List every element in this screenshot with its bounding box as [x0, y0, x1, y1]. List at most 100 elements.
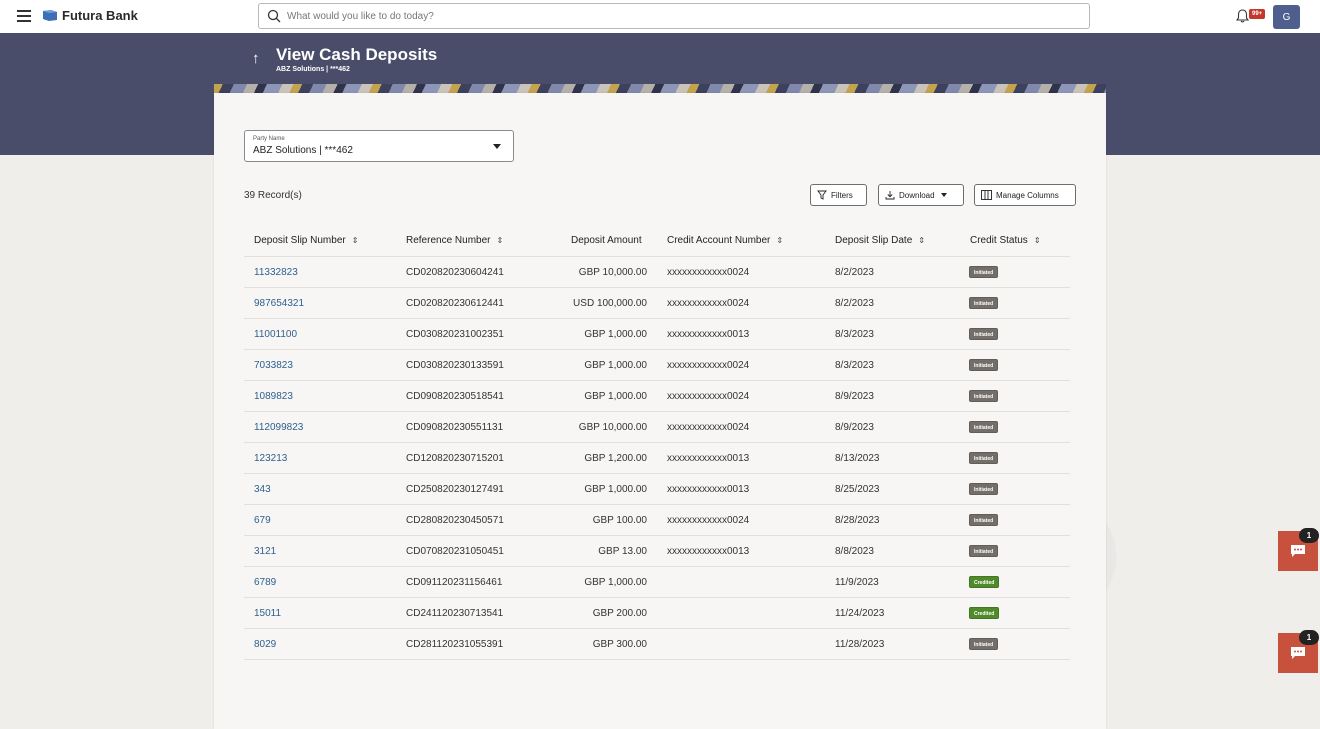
- deposit-slip-link[interactable]: 112099823: [254, 422, 303, 433]
- status-badge: Initiated: [969, 514, 999, 526]
- column-header-credit-status[interactable]: Credit Status ⇕: [970, 235, 1041, 246]
- table-row: 11001100 CD030820231002351 GBP 1,000.00 xxx…: [244, 319, 1070, 350]
- manage-columns-label: Manage Columns: [996, 190, 1059, 200]
- search-bar[interactable]: [258, 3, 1090, 29]
- deposit-amount-cell: GBP 10,000.00: [578, 422, 647, 433]
- search-input[interactable]: [287, 10, 1067, 22]
- table-row: 112099823 CD090820230551131 GBP 10,000.00 x…: [244, 412, 1070, 443]
- status-badge: Credited: [969, 607, 1000, 619]
- chat-icon: [1291, 545, 1305, 557]
- table-row: 343 CD250820230127491 GBP 1,000.00 xxxxxxxx…: [244, 474, 1070, 505]
- party-name-dropdown[interactable]: Party Name ABZ Solutions | ***462: [244, 130, 514, 162]
- deposit-slip-link[interactable]: 6789: [254, 577, 276, 588]
- credit-account-cell: xxxxxxxxxxxx0013: [667, 546, 750, 557]
- deposit-slip-link[interactable]: 1089823: [254, 391, 293, 402]
- deposit-slip-link[interactable]: 679: [254, 515, 271, 526]
- deposit-date-cell: 11/28/2023: [835, 639, 885, 650]
- menu-icon[interactable]: [17, 10, 31, 22]
- deposit-slip-link[interactable]: 11332823: [254, 267, 298, 278]
- credit-account-cell: xxxxxxxxxxxx0013: [667, 484, 750, 495]
- table-row: 8029 CD281120231055391 GBP 300.00 11/28/202…: [244, 629, 1070, 660]
- deposit-slip-link[interactable]: 15011: [254, 608, 281, 619]
- back-arrow-icon[interactable]: ↑: [252, 50, 260, 67]
- status-badge: Initiated: [969, 359, 999, 371]
- deposit-amount-cell: GBP 1,000.00: [584, 577, 647, 588]
- deposit-amount-cell: GBP 1,200.00: [584, 453, 647, 464]
- chevron-down-icon: [493, 144, 501, 149]
- deposit-date-cell: 8/8/2023: [835, 546, 874, 557]
- reference-number-cell: CD030820231002351: [406, 329, 504, 340]
- deposit-slip-link[interactable]: 3121: [254, 546, 276, 557]
- credit-account-cell: xxxxxxxxxxxx0013: [667, 453, 750, 464]
- table-body: 11332823 CD020820230604241 GBP 10,000.00 xx…: [244, 257, 1070, 660]
- page-subtitle: ABZ Solutions | ***462: [276, 66, 350, 73]
- decorative-stripe: [214, 84, 1106, 93]
- sort-icon: ⇕: [351, 236, 359, 245]
- reference-number-cell: CD280820230450571: [406, 515, 504, 526]
- deposit-date-cell: 8/13/2023: [835, 453, 880, 464]
- credit-account-cell: xxxxxxxxxxxx0024: [667, 360, 750, 371]
- column-header-label: Credit Status: [970, 235, 1028, 246]
- brand-name: Futura Bank: [62, 8, 138, 23]
- deposit-slip-link[interactable]: 123213: [254, 453, 287, 464]
- deposit-slip-link[interactable]: 7033823: [254, 360, 293, 371]
- table-row: 11332823 CD020820230604241 GBP 10,000.00 xx…: [244, 257, 1070, 288]
- deposit-date-cell: 8/9/2023: [835, 422, 874, 433]
- deposit-slip-link[interactable]: 11001100: [254, 329, 297, 340]
- status-badge: Initiated: [969, 638, 999, 650]
- cash-deposits-table: Deposit Slip Number ⇕ Reference Number ⇕ D…: [244, 226, 1070, 660]
- top-navigation-bar: Futura Bank 99+ G: [0, 0, 1320, 33]
- user-avatar[interactable]: G: [1273, 5, 1300, 29]
- deposit-slip-link[interactable]: 8029: [254, 639, 276, 650]
- deposit-amount-cell: USD 100,000.00: [573, 298, 647, 309]
- reference-number-cell: CD281120231055391: [406, 639, 504, 650]
- table-row: 15011 CD241120230713541 GBP 200.00 11/24/20…: [244, 598, 1070, 629]
- deposit-date-cell: 8/3/2023: [835, 360, 874, 371]
- column-header-deposit-amount: Deposit Amount: [571, 235, 642, 246]
- columns-icon: [981, 190, 992, 200]
- table-row: 6789 CD091120231156461 GBP 1,000.00 11/9/20…: [244, 567, 1070, 598]
- deposit-date-cell: 8/28/2023: [835, 515, 880, 526]
- deposit-slip-link[interactable]: 343: [254, 484, 271, 495]
- column-header-reference-number[interactable]: Reference Number ⇕: [406, 235, 503, 246]
- chat-count-badge: 1: [1299, 528, 1319, 543]
- deposit-amount-cell: GBP 100.00: [592, 515, 647, 526]
- notification-bell-icon[interactable]: [1236, 9, 1249, 23]
- filters-button-label: Filters: [831, 190, 853, 200]
- column-header-label: Reference Number: [406, 235, 491, 246]
- reference-number-cell: CD090820230518541: [406, 391, 504, 402]
- search-icon: [267, 9, 281, 23]
- deposit-amount-cell: GBP 200.00: [592, 608, 647, 619]
- credit-account-cell: xxxxxxxxxxxx0024: [667, 267, 750, 278]
- reference-number-cell: CD090820230551131: [406, 422, 504, 433]
- reference-number-cell: CD120820230715201: [406, 453, 504, 464]
- table-row: 987654321 CD020820230612441 USD 100,000.00…: [244, 288, 1070, 319]
- table-row: 3121 CD070820231050451 GBP 13.00 xxxxxxxxxx…: [244, 536, 1070, 567]
- status-badge: Credited: [969, 576, 1000, 588]
- deposit-amount-cell: GBP 1,000.00: [584, 360, 647, 371]
- status-badge: Initiated: [969, 328, 999, 340]
- download-button[interactable]: Download: [878, 184, 964, 206]
- column-header-deposit-slip-date[interactable]: Deposit Slip Date ⇕: [835, 235, 925, 246]
- status-badge: Initiated: [969, 421, 999, 433]
- credit-account-cell: xxxxxxxxxxxx0024: [667, 515, 750, 526]
- deposit-slip-link[interactable]: 987654321: [254, 298, 304, 309]
- deposit-amount-cell: GBP 1,000.00: [584, 329, 647, 340]
- deposit-date-cell: 11/24/2023: [835, 608, 885, 619]
- filters-button[interactable]: Filters: [810, 184, 867, 206]
- filter-icon: [817, 190, 827, 200]
- notification-count-badge: 99+: [1249, 9, 1266, 19]
- bank-logo-icon: [43, 10, 57, 21]
- credit-account-cell: xxxxxxxxxxxx0013: [667, 329, 750, 340]
- column-header-deposit-slip-number[interactable]: Deposit Slip Number ⇕: [254, 235, 358, 246]
- reference-number-cell: CD070820231050451: [406, 546, 504, 557]
- sort-icon: ⇕: [1033, 236, 1041, 245]
- column-header-credit-account-number[interactable]: Credit Account Number ⇕: [667, 235, 783, 246]
- credit-account-cell: xxxxxxxxxxxx0024: [667, 298, 750, 309]
- record-count: 39 Record(s): [244, 190, 302, 201]
- deposit-amount-cell: GBP 1,000.00: [584, 484, 647, 495]
- credit-account-cell: xxxxxxxxxxxx0024: [667, 391, 750, 402]
- reference-number-cell: CD030820230133591: [406, 360, 504, 371]
- deposit-date-cell: 8/3/2023: [835, 329, 874, 340]
- manage-columns-button[interactable]: Manage Columns: [974, 184, 1076, 206]
